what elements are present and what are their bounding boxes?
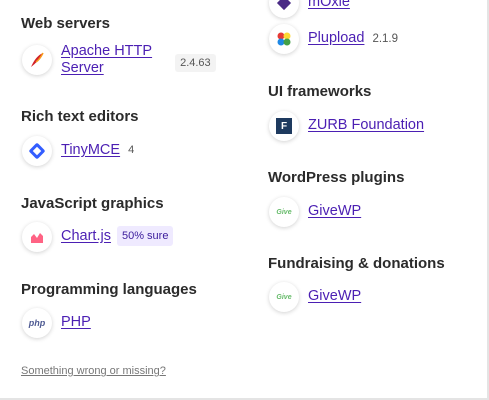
zurb-foundation-icon: F	[269, 111, 299, 141]
apache-icon	[22, 45, 52, 75]
tech-chartjs: Chart.js 50% sure	[22, 222, 174, 252]
zurb-foundation-link[interactable]: ZURB Foundation	[308, 117, 424, 134]
givewp-link[interactable]: GiveWP	[308, 203, 361, 220]
category-title-programming-languages: Programming languages	[21, 281, 197, 298]
givewp-link[interactable]: GiveWP	[308, 288, 361, 305]
tech-zurb: F ZURB Foundation	[269, 111, 424, 141]
category-title-js-graphics: JavaScript graphics	[21, 195, 164, 212]
report-issue-link[interactable]: Something wrong or missing?	[21, 365, 166, 377]
tech-givewp-fundraising: Give GiveWP	[269, 282, 361, 312]
givewp-icon: Give	[269, 197, 299, 227]
tinymce-icon	[22, 136, 52, 166]
chartjs-icon	[22, 222, 52, 252]
moxie-link[interactable]: mOxie	[308, 0, 350, 11]
givewp-icon: Give	[269, 282, 299, 312]
category-title-ui-frameworks: UI frameworks	[268, 83, 372, 100]
plupload-icon	[269, 24, 299, 54]
tech-moxie: mOxie	[269, 0, 350, 18]
tech-apache: Apache HTTP Server 2.4.63	[22, 43, 216, 77]
moxie-icon	[269, 0, 299, 18]
tech-givewp-plugin: Give GiveWP	[269, 197, 361, 227]
category-title-rich-text: Rich text editors	[21, 108, 139, 125]
tech-tinymce: TinyMCE 4	[22, 136, 134, 166]
version-badge: 2.4.63	[175, 54, 216, 72]
confidence-badge: 50% sure	[116, 226, 174, 246]
version-label: 4	[128, 144, 135, 156]
tech-php: php PHP	[22, 308, 91, 338]
chartjs-link[interactable]: Chart.js	[61, 228, 111, 245]
php-icon: php	[22, 308, 52, 338]
version-label: 2.1.9	[372, 33, 399, 45]
tech-plupload: Plupload 2.1.9	[269, 24, 398, 54]
apache-link[interactable]: Apache HTTP Server	[61, 43, 152, 77]
plupload-link[interactable]: Plupload	[308, 30, 364, 47]
category-title-wordpress-plugins: WordPress plugins	[268, 169, 405, 186]
php-link[interactable]: PHP	[61, 314, 91, 331]
category-title-web-servers: Web servers	[21, 15, 110, 32]
tinymce-link[interactable]: TinyMCE	[61, 142, 120, 159]
category-title-fundraising: Fundraising & donations	[268, 255, 445, 272]
